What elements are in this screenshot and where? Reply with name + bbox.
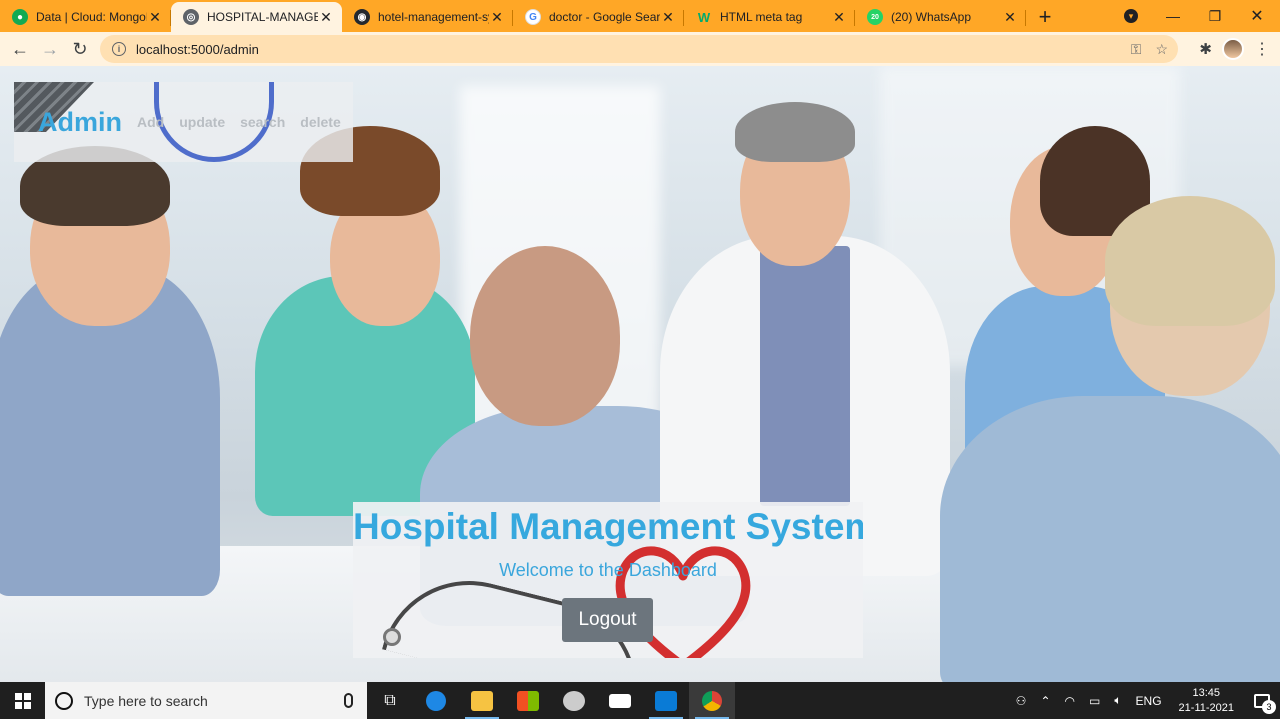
- nav-link-delete[interactable]: delete: [300, 114, 340, 130]
- close-tab-icon[interactable]: ✕: [489, 9, 505, 26]
- profile-avatar[interactable]: [1222, 38, 1244, 60]
- browser-tab-strip: ● Data | Cloud: MongoDB ✕ ◎ HOSPITAL-MAN…: [0, 0, 1280, 32]
- close-tab-icon[interactable]: ✕: [660, 9, 676, 26]
- page-viewport: Admin Add update search delete Hospital …: [0, 66, 1280, 682]
- volume-icon[interactable]: 🔈︎: [1114, 693, 1121, 708]
- back-arrow-icon[interactable]: ←: [5, 34, 35, 64]
- battery-icon[interactable]: ▭: [1089, 694, 1100, 708]
- snip-sketch-icon[interactable]: [551, 682, 597, 719]
- close-tab-icon[interactable]: ✕: [1002, 9, 1018, 26]
- close-window-icon[interactable]: ✕: [1241, 0, 1273, 32]
- reload-icon[interactable]: ↻: [65, 34, 95, 64]
- logout-button[interactable]: Logout: [562, 598, 653, 642]
- close-tab-icon[interactable]: ✕: [147, 9, 163, 26]
- close-tab-icon[interactable]: ✕: [831, 9, 847, 26]
- admin-navbar: Admin Add update search delete: [14, 82, 353, 162]
- system-tray: ⚇ ⌃ ◠ ▭ 🔈︎ ENG 13:45 21-11-2021 3: [1009, 682, 1280, 719]
- tab-search-icon[interactable]: ▾: [1118, 0, 1144, 32]
- address-bar[interactable]: i localhost:5000/admin ⚿ ☆: [100, 35, 1178, 63]
- notification-count: 3: [1262, 700, 1276, 714]
- close-tab-icon[interactable]: ✕: [318, 9, 334, 26]
- tab-w3schools[interactable]: W HTML meta tag ✕: [684, 2, 855, 32]
- tab-title: HTML meta tag: [720, 10, 803, 24]
- admin-brand[interactable]: Admin: [38, 107, 122, 138]
- taskbar-search-box[interactable]: Type here to search: [45, 682, 367, 719]
- tab-hospital-management[interactable]: ◎ HOSPITAL-MANAGEMENT ✕: [171, 2, 342, 32]
- mongodb-leaf-icon: ●: [12, 9, 28, 25]
- people-icon[interactable]: ⚇: [1016, 694, 1027, 708]
- whatsapp-icon: 20: [867, 9, 883, 25]
- menu-kebab-icon[interactable]: ⋮: [1254, 39, 1270, 59]
- tab-title: (20) WhatsApp: [891, 10, 972, 24]
- show-hidden-icons-chevron[interactable]: ⌃: [1040, 694, 1050, 708]
- new-tab-button[interactable]: +: [1026, 2, 1064, 32]
- edge-icon[interactable]: [413, 682, 459, 719]
- wifi-icon[interactable]: ◠: [1065, 694, 1075, 708]
- tab-github[interactable]: ◉ hotel-management-system ✕: [342, 2, 513, 32]
- language-indicator[interactable]: ENG: [1136, 694, 1162, 708]
- clock[interactable]: 13:45 21-11-2021: [1179, 686, 1234, 716]
- clock-time: 13:45: [1192, 686, 1221, 699]
- welcome-text: Welcome to the Dashboard: [499, 560, 717, 580]
- microsoft-store-icon[interactable]: [505, 682, 551, 719]
- chrome-icon[interactable]: [689, 682, 735, 719]
- tab-whatsapp[interactable]: 20 (20) WhatsApp ✕: [855, 2, 1026, 32]
- windows-taskbar: Type here to search ⧉ ⚇ ⌃ ◠ ▭ 🔈︎ ENG 13:…: [0, 682, 1280, 719]
- vscode-icon[interactable]: [643, 682, 689, 719]
- task-view-icon[interactable]: ⧉: [367, 682, 413, 719]
- page-title: Hospital Management System: [353, 506, 863, 547]
- github-icon: ◉: [354, 9, 370, 25]
- globe-icon: ◎: [183, 9, 199, 25]
- minimize-icon[interactable]: —: [1157, 0, 1189, 32]
- microphone-icon[interactable]: [344, 693, 353, 708]
- browser-toolbar: ← → ↻ i localhost:5000/admin ⚿ ☆ ✱ ⋮: [0, 32, 1280, 66]
- nav-link-update[interactable]: update: [179, 114, 225, 130]
- tab-google-search[interactable]: G doctor - Google Search ✕: [513, 2, 684, 32]
- nav-link-search[interactable]: search: [240, 114, 285, 130]
- notification-center-icon[interactable]: 3: [1244, 682, 1280, 719]
- url-text: localhost:5000/admin: [136, 41, 259, 57]
- tab-mongodb[interactable]: ● Data | Cloud: MongoDB ✕: [0, 2, 171, 32]
- search-placeholder: Type here to search: [84, 692, 208, 709]
- clock-date: 21-11-2021: [1178, 701, 1234, 714]
- start-button[interactable]: [0, 682, 45, 719]
- key-icon[interactable]: ⚿: [1131, 41, 1142, 58]
- nav-link-add[interactable]: Add: [137, 114, 164, 130]
- site-info-icon[interactable]: i: [112, 42, 126, 56]
- file-explorer-icon[interactable]: [459, 682, 505, 719]
- cortana-icon: [55, 691, 73, 710]
- extensions-puzzle-icon[interactable]: ✱: [1199, 40, 1212, 58]
- tab-title: Data | Cloud: MongoDB: [36, 10, 147, 24]
- tab-title: HOSPITAL-MANAGEMENT: [207, 10, 318, 24]
- maximize-icon[interactable]: ❐: [1199, 0, 1231, 32]
- dashboard-card: Hospital Management System Welcome to th…: [353, 502, 863, 658]
- bookmark-star-icon[interactable]: ☆: [1155, 41, 1168, 58]
- forward-arrow-icon[interactable]: →: [35, 34, 65, 64]
- w3schools-icon: W: [697, 9, 711, 25]
- tab-title: hotel-management-system: [378, 10, 489, 24]
- windows-logo-icon: [14, 692, 31, 709]
- mail-icon[interactable]: [597, 682, 643, 719]
- google-icon: G: [525, 9, 541, 25]
- tab-title: doctor - Google Search: [549, 10, 660, 24]
